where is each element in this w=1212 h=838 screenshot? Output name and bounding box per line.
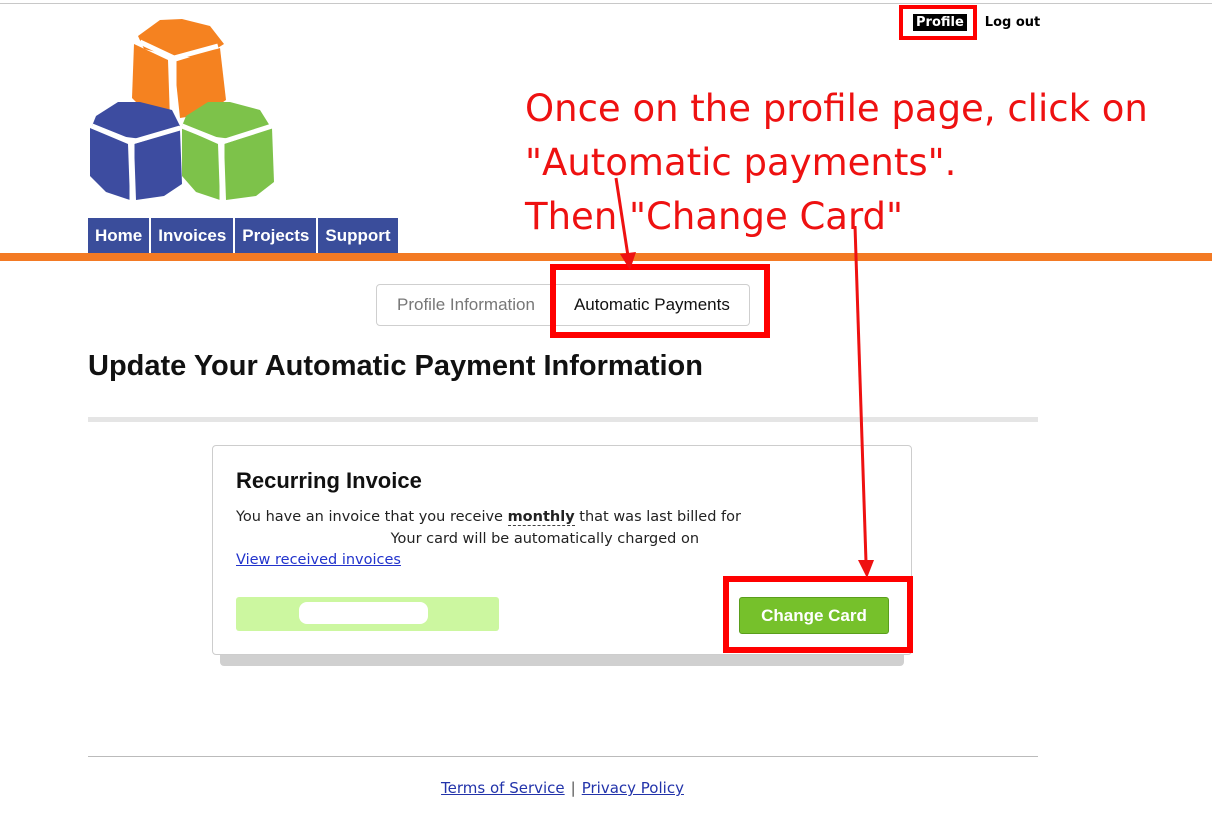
invoice-text-part3: Your card will be automatically charged … [386, 531, 700, 547]
annotation-instructions: Once on the profile page, click on "Auto… [525, 87, 1148, 238]
card-title: Recurring Invoice [236, 468, 422, 493]
view-received-invoices-link[interactable]: View received invoices [236, 552, 401, 568]
nav-support[interactable]: Support [318, 218, 398, 253]
blue-cube [90, 102, 182, 200]
footer-divider [88, 756, 1038, 757]
highlight-profile-link [899, 5, 977, 40]
nav-invoices[interactable]: Invoices [151, 218, 234, 253]
invoice-text-part2: that was last billed for [574, 509, 741, 525]
invoice-description: You have an invoice that you receive mon… [236, 506, 756, 550]
terms-of-service-link[interactable]: Terms of Service [441, 779, 565, 797]
cubes-logo [90, 19, 274, 200]
privacy-policy-link[interactable]: Privacy Policy [582, 779, 684, 797]
top-border [0, 3, 1212, 4]
redacted-card-info [299, 602, 428, 624]
green-cube [181, 102, 274, 200]
invoice-text-part1: You have an invoice that you receive [236, 509, 508, 525]
nav-home[interactable]: Home [88, 218, 150, 253]
page-title: Update Your Automatic Payment Informatio… [88, 350, 703, 382]
billing-frequency: monthly [507, 509, 575, 526]
main-nav: Home Invoices Projects Support [88, 218, 400, 253]
header-divider [0, 253, 1212, 261]
nav-projects[interactable]: Projects [235, 218, 317, 253]
footer-separator: | [570, 779, 576, 797]
card-info-field [236, 597, 499, 631]
footer: Terms of Service | Privacy Policy [0, 779, 1125, 797]
logout-link[interactable]: Log out [985, 14, 1040, 31]
title-divider [88, 417, 1038, 422]
tab-profile-information[interactable]: Profile Information [376, 284, 556, 326]
highlight-automatic-payments-tab [550, 264, 770, 338]
highlight-change-card-button [723, 576, 913, 653]
